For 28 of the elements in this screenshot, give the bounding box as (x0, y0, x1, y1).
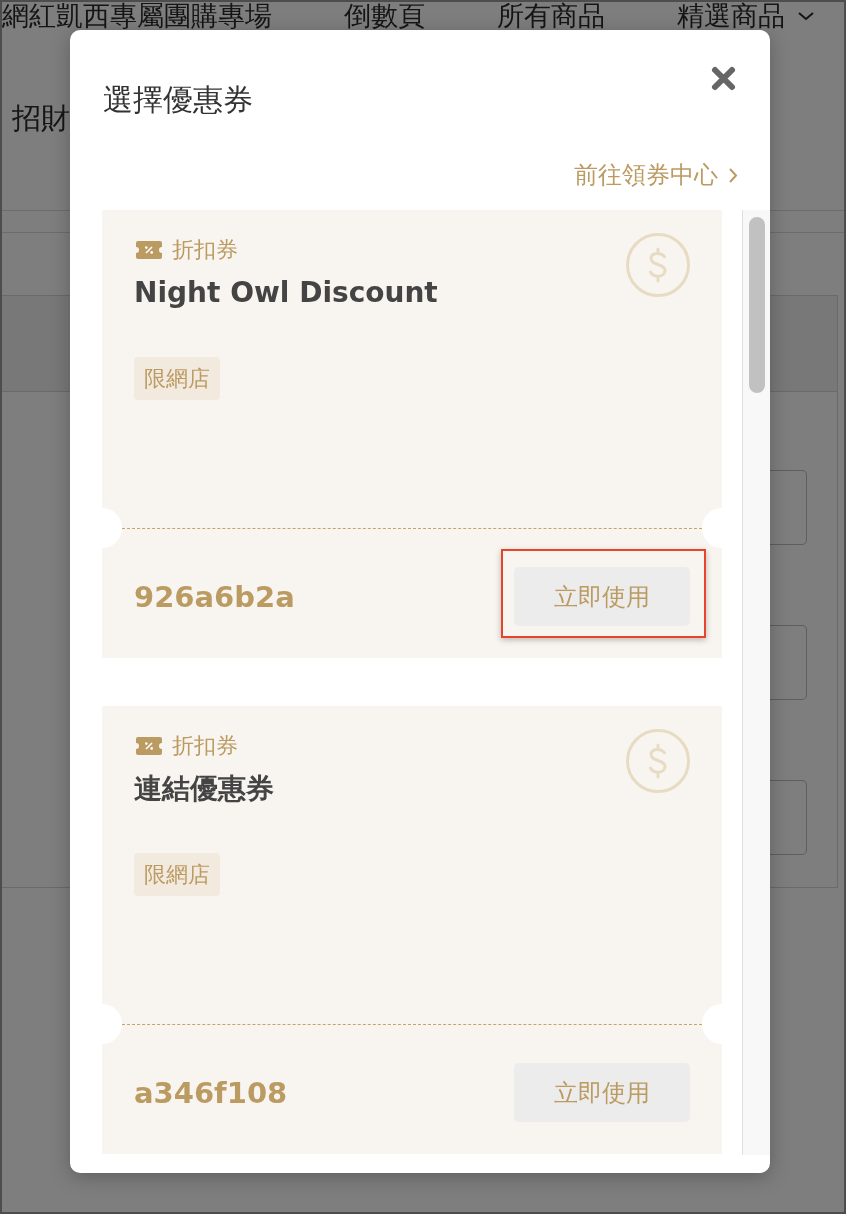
scrollbar-thumb[interactable] (749, 217, 765, 393)
ticket-notch (102, 508, 122, 548)
ticket-icon (136, 241, 162, 259)
nav-link[interactable]: 倒數頁 (344, 2, 425, 30)
coupon-tag: 限網店 (134, 357, 220, 400)
dollar-coin-icon (626, 233, 690, 297)
coupon-type: 折扣券 (172, 237, 238, 263)
coupon-tag: 限網店 (134, 853, 220, 896)
coupon-center-link[interactable]: 前往領券中心 (574, 160, 738, 190)
dialog-title: 選擇優惠券 (103, 81, 253, 119)
nav-link[interactable]: 網紅凱西專屬團購專場 (2, 2, 272, 30)
nav-link[interactable]: 精選商品 (677, 2, 815, 30)
ticket-icon (136, 737, 162, 755)
ticket-notch (702, 1004, 722, 1044)
ticket-notch (102, 1004, 122, 1044)
use-now-button[interactable]: 立即使用 (514, 567, 690, 626)
chevron-right-icon (728, 166, 738, 184)
coupon-code: 926a6b2a (134, 578, 295, 615)
ticket-notch (702, 508, 722, 548)
coupon-type: 折扣券 (172, 733, 238, 759)
coupon-name: 連結優惠券 (134, 771, 274, 807)
nav-link[interactable]: 所有商品 (497, 2, 605, 30)
close-icon[interactable] (710, 65, 737, 92)
use-now-button[interactable]: 立即使用 (514, 1063, 690, 1122)
coupon-name: Night Owl Discount (134, 275, 438, 311)
dollar-coin-icon (626, 729, 690, 793)
section-title: 招財 (11, 100, 70, 136)
coupon-code: a346f108 (134, 1074, 288, 1111)
